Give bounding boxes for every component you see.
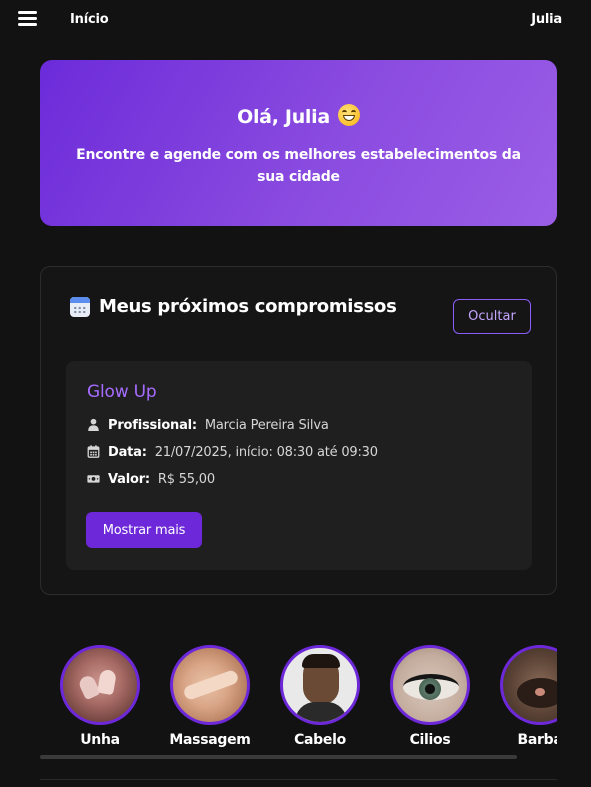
- professional-label: Profissional:: [108, 418, 197, 433]
- value-row: Valor: R$ 55,00: [87, 472, 215, 487]
- price-value: R$ 55,00: [157, 472, 215, 487]
- category-massage[interactable]: Massagem: [160, 645, 260, 748]
- beard-image: [500, 645, 557, 725]
- category-label: Massagem: [169, 732, 251, 748]
- greeting-heading: Olá, Julia: [40, 104, 557, 128]
- calendar-small-icon: [87, 445, 100, 458]
- eyelashes-image: [390, 645, 470, 725]
- page-title: Início: [70, 12, 109, 27]
- appointment-item: Glow Up Profissional: Marcia Pereira Sil…: [66, 361, 532, 570]
- category-label: Barba: [517, 732, 558, 748]
- hair-image: [280, 645, 360, 725]
- category-label: Unha: [80, 732, 120, 748]
- calendar-icon: [70, 297, 90, 317]
- massage-image: [170, 645, 250, 725]
- professional-value: Marcia Pereira Silva: [204, 418, 329, 433]
- value-label: Valor:: [108, 472, 150, 487]
- date-value: 21/07/2025, início: 08:30 até 09:30: [154, 445, 378, 460]
- date-row: Data: 21/07/2025, início: 08:30 até 09:3…: [87, 445, 378, 460]
- top-bar: Início Julia: [0, 0, 591, 40]
- category-label: Cilios: [409, 732, 451, 748]
- section-divider: [40, 779, 557, 780]
- nails-image: [60, 645, 140, 725]
- professional-row: Profissional: Marcia Pereira Silva: [87, 418, 329, 433]
- hide-button[interactable]: Ocultar: [453, 299, 531, 334]
- date-label: Data:: [108, 445, 147, 460]
- categories-carousel[interactable]: Unha Massagem Cabelo Cilios Barba: [40, 640, 557, 760]
- appointments-card: Meus próximos compromissos Ocultar Glow …: [40, 266, 557, 595]
- greeting-text: Olá, Julia: [237, 106, 330, 128]
- appointments-title: Meus próximos compromissos: [99, 296, 397, 317]
- grinning-face-icon: [337, 104, 360, 126]
- user-name[interactable]: Julia: [531, 12, 562, 27]
- category-eyelashes[interactable]: Cilios: [380, 645, 480, 748]
- welcome-subtitle: Encontre e agende com os melhores estabe…: [76, 147, 521, 185]
- category-beard[interactable]: Barba: [490, 645, 557, 748]
- carousel-scrollbar[interactable]: [40, 755, 517, 759]
- welcome-banner: Olá, Julia Encontre e agende com os melh…: [40, 60, 557, 226]
- money-icon: [87, 475, 100, 483]
- show-more-button[interactable]: Mostrar mais: [86, 512, 202, 548]
- category-nails[interactable]: Unha: [50, 645, 150, 748]
- hamburger-menu-icon[interactable]: [18, 11, 38, 27]
- category-hair[interactable]: Cabelo: [270, 645, 370, 748]
- user-icon: [88, 418, 99, 431]
- category-label: Cabelo: [294, 732, 346, 748]
- establishment-name[interactable]: Glow Up: [87, 382, 157, 402]
